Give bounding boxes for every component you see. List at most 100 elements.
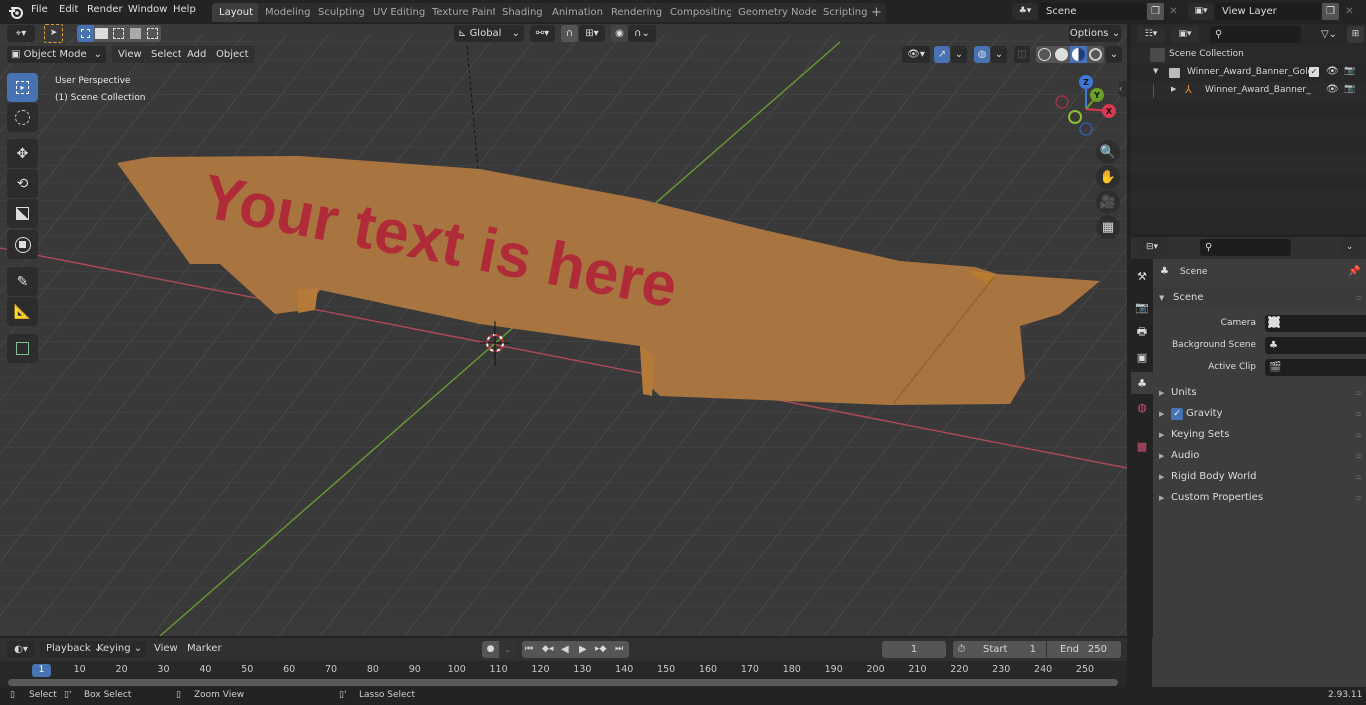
tab-output[interactable]: 🖶 (1131, 321, 1153, 343)
drag-handle-icon[interactable]: :::: (1356, 488, 1363, 508)
sidebar-toggle-arrow[interactable]: ‹ (1119, 81, 1127, 97)
mode-intersect-button[interactable] (147, 28, 158, 39)
playhead-marker[interactable]: 1 (32, 664, 51, 677)
tool-cursor[interactable] (7, 103, 38, 132)
render-camera-icon[interactable]: 📷 (1344, 66, 1355, 76)
menu-keying[interactable]: Keying ⌄ (97, 643, 142, 654)
timeline-scrollbar[interactable] (8, 679, 1118, 686)
falloff-dropdown[interactable]: ∩⌄ (628, 25, 656, 42)
eye-icon[interactable]: 👁 (1326, 66, 1339, 77)
tab-scene[interactable]: ♣ (1131, 372, 1153, 394)
tool-annotate[interactable]: ✎ (7, 267, 38, 296)
prev-keyframe-button[interactable]: ◆◂ (542, 641, 553, 658)
delete-view-layer-button[interactable]: ✕ (1341, 3, 1358, 20)
neg-z-axis-ball[interactable] (1079, 122, 1093, 136)
outliner-editor-type-button[interactable]: ☷▾ (1137, 26, 1165, 43)
drag-handle-icon[interactable]: :::: (1356, 288, 1363, 308)
rigid-body-world-panel-header[interactable]: ▶ Rigid Body World :::: (1153, 467, 1366, 487)
mode-dropdown[interactable]: ▣ Object Mode ⌄ (7, 46, 106, 63)
tab-layout[interactable]: Layout (212, 3, 260, 22)
jump-to-end-button[interactable]: ⏭ (615, 641, 623, 658)
snap-target-dropdown[interactable]: ⊞▾ (579, 25, 605, 42)
tab-compositing[interactable]: Compositing (663, 3, 740, 22)
outliner-row-armature[interactable]: ▶ ⅄ Winner_Award_Banner_C 👁 📷 (1131, 82, 1366, 100)
pivot-point-dropdown[interactable]: ⚯▾ (530, 25, 555, 42)
tab-view-layer[interactable]: ▣ (1131, 346, 1153, 368)
gizmo-dropdown[interactable]: ⌄ (951, 46, 967, 63)
tool-move[interactable]: ✥ (7, 139, 38, 168)
eye-icon[interactable]: 👁 (1326, 84, 1339, 95)
editor-type-button[interactable]: ⌖▾ (7, 25, 35, 42)
outliner-row-scene-collection[interactable]: Scene Collection (1131, 46, 1366, 64)
menu-window[interactable]: Window (128, 4, 167, 15)
drag-handle-icon[interactable]: :::: (1356, 425, 1363, 445)
material-preview-button[interactable] (1070, 46, 1087, 63)
auto-keying-toggle[interactable]: ● (482, 641, 499, 658)
expand-arrow-icon[interactable]: ▼ (1153, 67, 1158, 75)
play-reverse-button[interactable]: ◀ (561, 641, 569, 658)
menu-help[interactable]: Help (173, 4, 196, 15)
render-camera-icon[interactable]: 📷 (1344, 84, 1355, 94)
display-mode-button[interactable]: ▣▾ (1171, 26, 1199, 43)
tool-rotate[interactable]: ⟲ (7, 169, 38, 198)
timeline-editor-type-button[interactable]: ◐▾ (7, 641, 35, 658)
exclude-checkbox[interactable]: ✓ (1309, 67, 1319, 77)
play-button[interactable]: ▶ (579, 641, 587, 658)
camera-field[interactable]: ✒ (1265, 315, 1366, 332)
xray-toggle[interactable]: ◫ (1014, 46, 1030, 63)
next-keyframe-button[interactable]: ▸◆ (595, 641, 606, 658)
timeline-ruler[interactable]: 1 10 20 30 40 50 60 70 80 90 100 110 120 130 140 150 16… (0, 661, 1127, 688)
tab-render[interactable]: 📷 (1131, 296, 1153, 318)
menu-edit[interactable]: Edit (59, 4, 78, 15)
zoom-view-button[interactable]: 🔍 (1096, 140, 1120, 164)
tab-world[interactable]: ◍ (1131, 396, 1153, 418)
properties-editor-type-button[interactable]: ⊟▾ (1138, 239, 1166, 256)
menu-render[interactable]: Render (87, 4, 123, 15)
ortho-toggle-button[interactable]: ▦ (1096, 215, 1120, 239)
tab-scripting[interactable]: Scripting (816, 3, 875, 22)
view-layer-selector-button[interactable]: ▣▾ (1188, 3, 1214, 20)
scene-name-field[interactable]: Scene (1039, 3, 1146, 20)
tab-geometry-nodes[interactable]: Geometry Nodes (731, 3, 830, 22)
add-workspace-button[interactable]: + (867, 3, 886, 22)
shading-dropdown[interactable]: ⌄ (1106, 46, 1122, 63)
mode-extend-button[interactable] (95, 28, 108, 39)
delete-scene-button[interactable]: ✕ (1165, 3, 1182, 20)
drag-handle-icon[interactable]: :::: (1356, 404, 1363, 424)
viewport-menu-add[interactable]: Add (181, 46, 213, 63)
snap-toggle[interactable]: ∩ (561, 25, 578, 42)
new-collection-button[interactable]: ⊞ (1347, 26, 1364, 43)
gizmo-toggle[interactable]: ↗ (934, 46, 950, 63)
drag-handle-icon[interactable]: :::: (1356, 446, 1363, 466)
background-scene-field[interactable]: ♣ (1265, 337, 1366, 354)
tool-scale[interactable] (7, 199, 38, 228)
gravity-checkbox[interactable]: ✓ (1171, 408, 1183, 420)
tab-shading[interactable]: Shading (495, 3, 550, 22)
preview-range-toggle[interactable]: ⏱ (953, 641, 970, 658)
tab-uv-editing[interactable]: UV Editing (366, 3, 433, 22)
tab-rendering[interactable]: Rendering (604, 3, 670, 22)
visibility-dropdown[interactable]: 👁▾ (902, 46, 930, 63)
viewport-menu-object[interactable]: Object (210, 46, 255, 63)
tab-tool[interactable]: ⚒ (1131, 265, 1153, 287)
wireframe-shading-button[interactable] (1038, 48, 1051, 61)
end-frame-field[interactable]: End 250 (1047, 641, 1121, 658)
tool-measure[interactable]: 📐 (7, 297, 38, 326)
tab-animation[interactable]: Animation (545, 3, 610, 22)
view-layer-name-field[interactable]: View Layer (1215, 3, 1321, 20)
navigation-gizmo[interactable]: Z Y X (1050, 74, 1120, 139)
keying-sets-panel-header[interactable]: ▶ Keying Sets :::: (1153, 425, 1366, 445)
active-clip-field[interactable]: 🎬 (1265, 359, 1366, 376)
custom-properties-panel-header[interactable]: ▶ Custom Properties :::: (1153, 488, 1366, 508)
transform-orientation-dropdown[interactable]: ⊾ Global ⌄ (454, 25, 524, 42)
outliner-search-input[interactable]: ⚲ (1210, 26, 1301, 43)
neg-x-axis-ball[interactable] (1055, 95, 1069, 109)
tab-texture-paint[interactable]: Texture Paint (425, 3, 504, 22)
outliner-row-collection[interactable]: ▼ Winner_Award_Banner_Gold_ ✓ 👁 📷 (1131, 64, 1366, 82)
current-frame-field[interactable]: 1 (882, 641, 946, 658)
options-dropdown[interactable]: Options ⌄ (1069, 25, 1121, 42)
filter-button[interactable]: ▽⌄ (1315, 26, 1343, 43)
tab-sculpting[interactable]: Sculpting (311, 3, 372, 22)
audio-panel-header[interactable]: ▶ Audio :::: (1153, 446, 1366, 466)
viewport-menu-view[interactable]: View (112, 46, 148, 63)
